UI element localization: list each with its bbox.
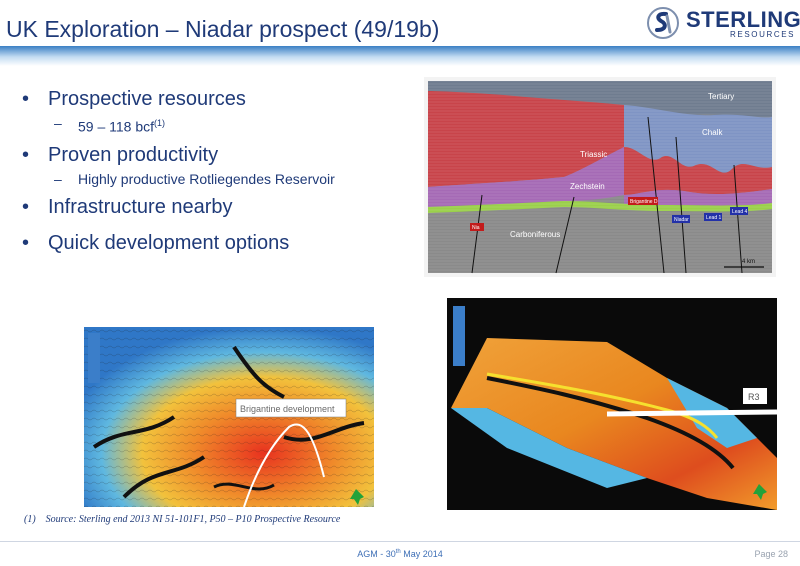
niadar-3d-depth-map-image: R3 [447,298,777,510]
label-triassic: Triassic [580,150,607,159]
r3-callout-label: R3 [748,392,760,402]
sterling-sr-logo-icon [647,7,679,39]
brigantine-callout-label: Brigantine development [240,404,335,414]
sub-bullet-resource-range: 59 – 118 bcf(1) [22,114,417,136]
footer-event: AGM - 30th May 2014 [357,549,443,559]
seismic-section-image: Tertiary Chalk Triassic Zechstein Carbon… [424,77,776,277]
svg-text:Brigantine D: Brigantine D [630,199,658,205]
depth-legend [453,306,465,366]
svg-text:Niadar: Niadar [674,217,689,223]
label-tertiary: Tertiary [708,92,734,101]
footnote-marker: (1) [24,514,36,525]
svg-text:Lead 4: Lead 4 [732,209,748,215]
source-footnote: (1) Source: Sterling end 2013 NI 51-101F… [24,514,340,525]
brigantine-depth-map-image: Brigantine development [84,327,374,507]
bullet-development-options: Quick development options [22,230,417,256]
header-band [0,46,800,66]
footer-divider [0,541,800,542]
company-logo: STERLING RESOURCES [646,6,800,40]
depth-legend [88,333,100,383]
svg-text:Nia: Nia [472,225,480,231]
scale-label: 4 km [742,259,755,265]
bullet-list: Prospective resources 59 – 118 bcf(1) Pr… [22,86,417,256]
label-carboniferous: Carboniferous [510,230,560,239]
svg-text:Lead 1: Lead 1 [706,215,722,221]
page-number: Page 28 [754,549,788,559]
slide-title: UK Exploration – Niadar prospect (49/19b… [6,16,440,42]
label-zechstein: Zechstein [570,182,605,191]
logo-tagline: RESOURCES [730,30,796,39]
bullet-prospective-resources: Prospective resources [22,86,417,112]
footnote-text: Source: Sterling end 2013 NI 51-101F1, P… [45,514,341,525]
bullet-proven-productivity: Proven productivity [22,142,417,168]
pipeline-route [606,409,777,417]
footnote-ref: (1) [154,118,166,128]
bullet-infrastructure: Infrastructure nearby [22,194,417,220]
label-chalk: Chalk [702,128,723,137]
sub-bullet-reservoir: Highly productive Rotliegendes Reservoir [22,170,417,188]
